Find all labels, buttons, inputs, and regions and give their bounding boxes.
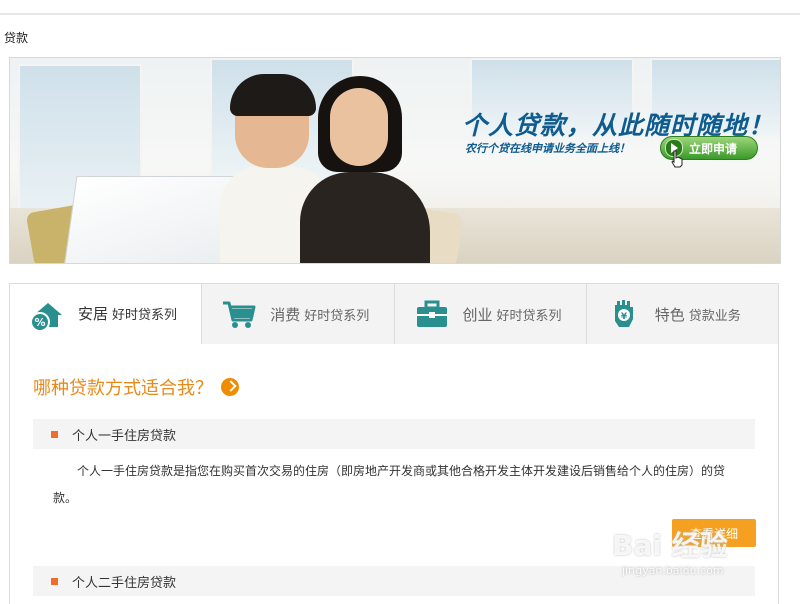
tab-chuangye-main: 创业 [462,305,493,324]
bullet-square-icon [51,577,58,585]
svg-text:¥: ¥ [621,312,628,322]
tab-tese-main: 特色 [654,305,685,324]
shopping-cart-icon [220,295,258,333]
svg-text:%: % [34,316,45,329]
question-heading[interactable]: 哪种贷款方式适合我？ [33,374,239,400]
question-text: 哪种贷款方式适合我？ [33,378,213,399]
loan-category-tabs: % 安居 好时贷系列 消费 好时贷系列 创业 好时贷系列 ¥ 特色 贷款业务 [9,283,779,345]
briefcase-icon [413,295,451,333]
apply-now-label: 立即申请 [689,141,738,156]
tab-anju[interactable]: % 安居 好时贷系列 [10,284,202,344]
breadcrumb[interactable]: 贷款 [4,29,28,46]
tab-chuangye[interactable]: 创业 好时贷系列 [393,284,586,344]
house-percent-icon: % [28,295,66,333]
bullet-square-icon [51,430,58,438]
tab-xiaofei-sub: 好时贷系列 [304,308,370,324]
section-heading-second-home-loan: 个人二手住房贷款 [33,566,755,596]
arrow-right-circle-icon[interactable] [221,378,239,396]
tab-tese[interactable]: ¥ 特色 贷款业务 [585,284,778,344]
tab-anju-sub: 好时贷系列 [112,308,178,323]
tab-xiaofei-main: 消费 [270,305,301,324]
hand-cursor-icon [671,150,683,168]
banner-subtitle: 农行个贷在线申请业务全面上线！ [465,142,630,155]
section-heading-text: 个人二手住房贷款 [72,575,177,591]
section-heading-first-home-loan: 个人一手住房贷款 [33,419,755,449]
tab-tese-sub: 贷款业务 [688,308,741,324]
tab-xiaofei[interactable]: 消费 好时贷系列 [201,284,394,344]
section-description: 个人一手住房贷款是指您在购买首次交易的住房（即房地产开发商或其他合格开发主体开发… [53,464,726,505]
woman-illustration [300,76,430,263]
top-border [0,0,800,15]
tab-chuangye-sub: 好时贷系列 [496,308,562,324]
view-details-button[interactable]: 查看详细 [672,519,756,547]
section-heading-text: 个人一手住房贷款 [72,428,177,444]
promo-banner[interactable]: 个人贷款，从此随时随地！ 农行个贷在线申请业务全面上线！ 立即申请 [9,57,781,264]
tab-anju-main: 安居 [78,305,109,323]
hand-coin-icon: ¥ [605,295,643,333]
